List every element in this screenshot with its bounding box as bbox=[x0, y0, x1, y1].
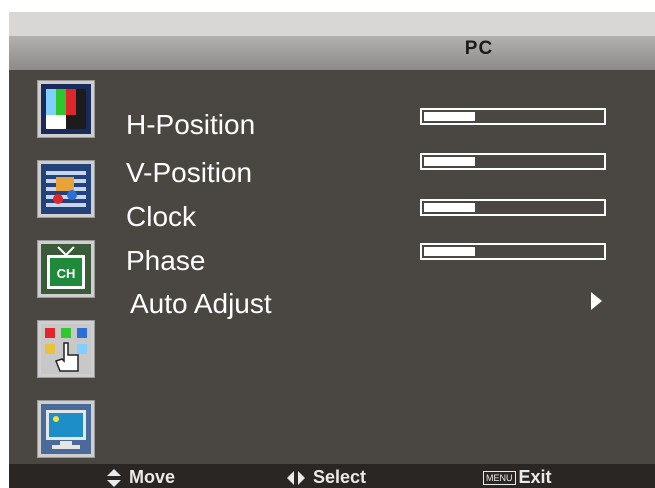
clock-slider-fill bbox=[424, 203, 475, 212]
phase-slider-fill bbox=[424, 247, 475, 256]
h-position-slider[interactable] bbox=[420, 108, 606, 125]
footer-move-label: Move bbox=[129, 467, 176, 487]
title-bar bbox=[9, 36, 655, 70]
left-right-arrow-icon bbox=[287, 470, 305, 485]
menu-item-auto-adjust[interactable]: Auto Adjust bbox=[130, 290, 272, 318]
footer-help-bar: Move Select MENU Exit bbox=[9, 464, 655, 488]
auto-adjust-arrow-icon[interactable] bbox=[591, 292, 602, 310]
menu-key-badge: MENU bbox=[483, 470, 516, 485]
picture-icon[interactable] bbox=[37, 80, 95, 138]
function-icon[interactable] bbox=[37, 320, 95, 378]
channel-icon[interactable]: CH bbox=[37, 240, 95, 298]
osd-window: PC CH H-Position V-Position Clock Phase … bbox=[9, 12, 655, 488]
menu-item-v-position[interactable]: V-Position bbox=[126, 159, 252, 187]
audio-icon[interactable] bbox=[37, 160, 95, 218]
v-position-slider[interactable] bbox=[420, 153, 606, 170]
up-down-arrow-icon bbox=[107, 468, 121, 487]
page-title: PC bbox=[464, 38, 494, 59]
clock-slider[interactable] bbox=[420, 199, 606, 216]
footer-select: Select bbox=[287, 467, 366, 488]
menu-item-h-position[interactable]: H-Position bbox=[126, 111, 255, 139]
footer-exit: MENU Exit bbox=[483, 467, 552, 488]
footer-select-label: Select bbox=[313, 467, 367, 487]
phase-slider[interactable] bbox=[420, 243, 606, 260]
top-strip bbox=[9, 12, 655, 36]
footer-move: Move bbox=[107, 467, 175, 488]
pc-icon[interactable] bbox=[37, 400, 95, 458]
menu-item-clock[interactable]: Clock bbox=[126, 203, 196, 231]
v-position-slider-fill bbox=[424, 157, 475, 166]
h-position-slider-fill bbox=[424, 112, 475, 121]
footer-exit-label: Exit bbox=[518, 467, 552, 487]
channel-icon-text: CH bbox=[57, 266, 76, 281]
menu-item-phase[interactable]: Phase bbox=[126, 247, 205, 275]
